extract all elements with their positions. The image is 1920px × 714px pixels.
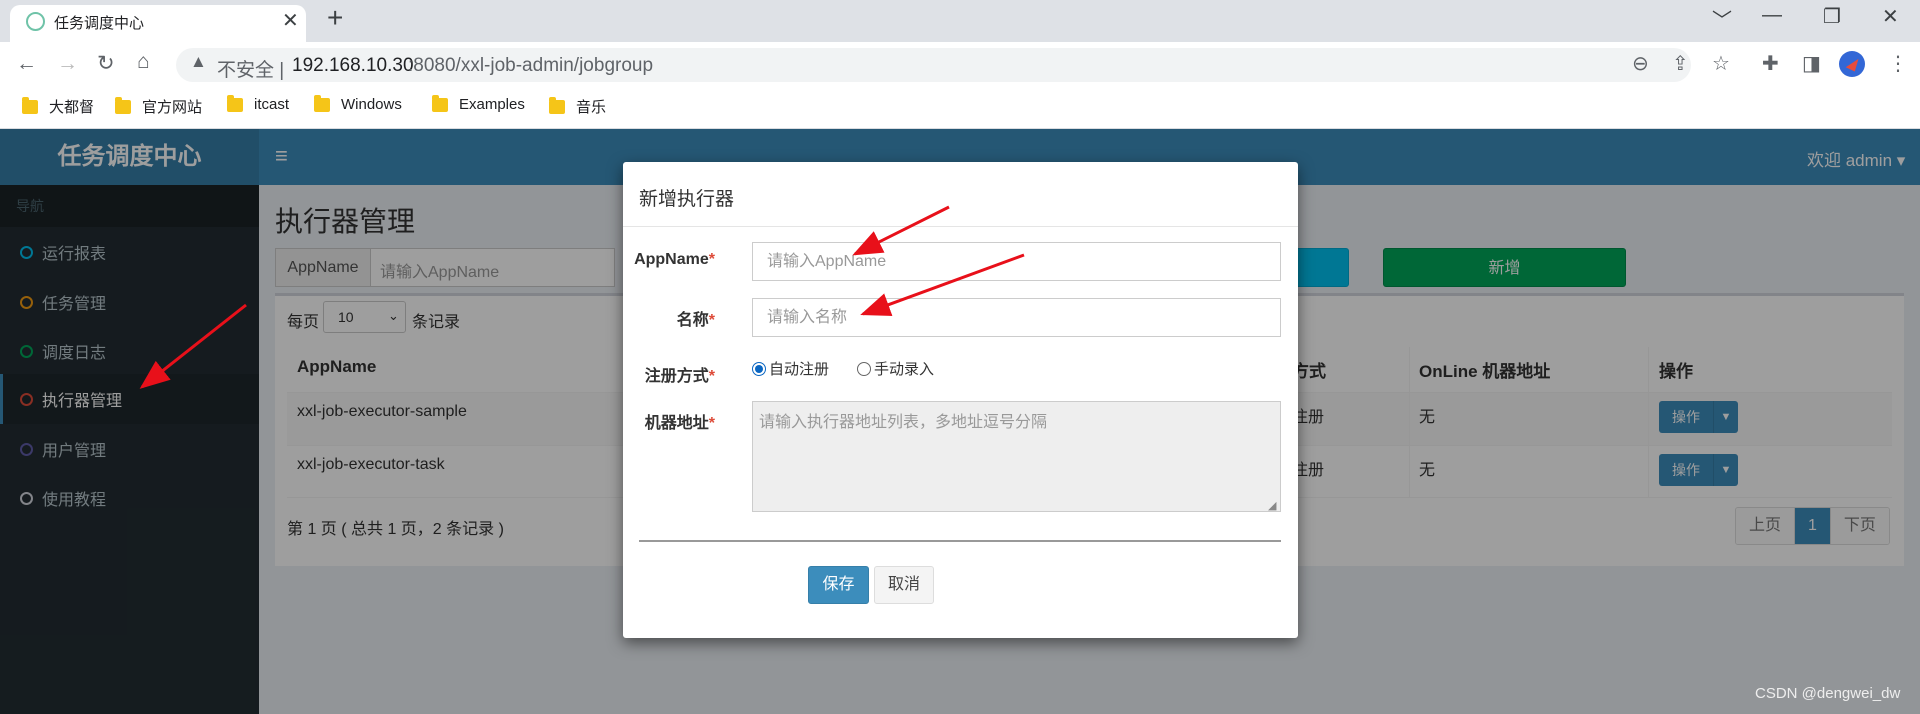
arrow-to-sidebar: [139, 303, 247, 389]
arrow-to-name: [860, 253, 1025, 316]
watermark: CSDN @dengwei_dw: [1755, 685, 1901, 702]
arrow-to-appname: [852, 205, 950, 256]
annotation-arrows: [139, 205, 1025, 389]
